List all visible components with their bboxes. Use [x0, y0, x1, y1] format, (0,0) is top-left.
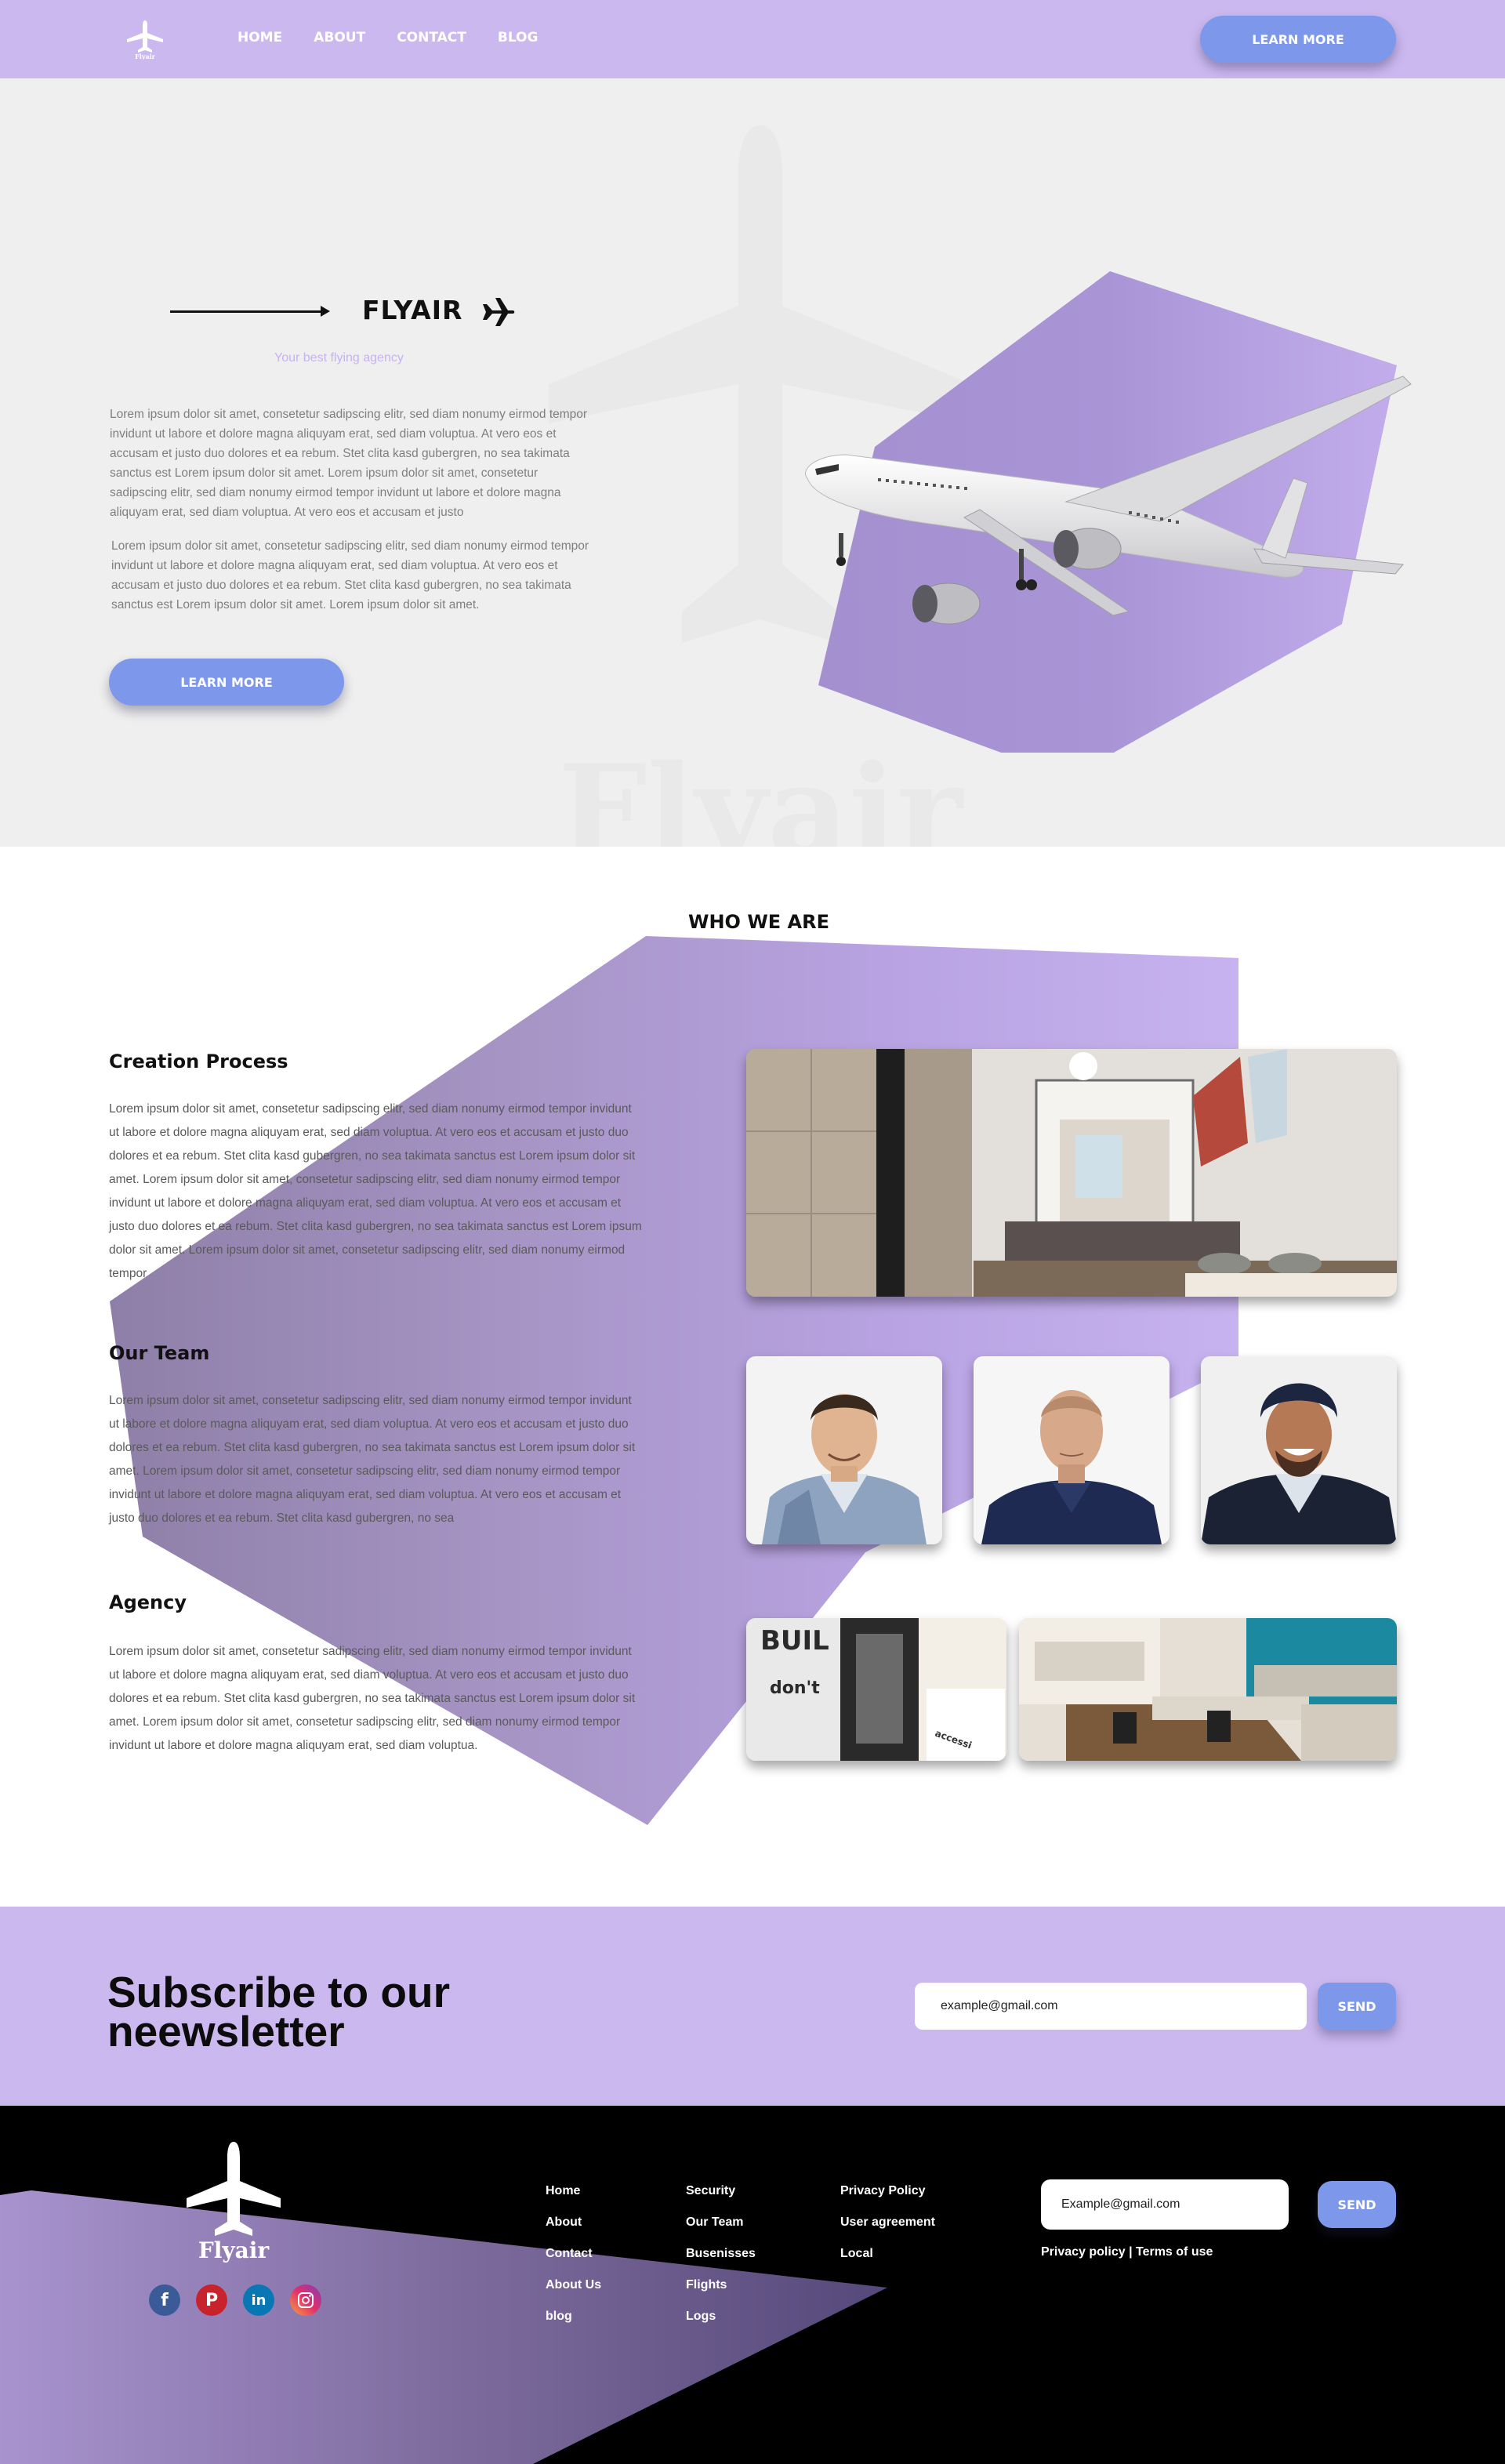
- airplane-logo-icon: Flyair: [127, 20, 163, 60]
- who-we-are-title: WHO WE ARE: [688, 911, 829, 933]
- nav-links: HOME ABOUT CONTACT BLOG: [238, 30, 538, 45]
- footer-logo-wordmark: Flyair: [198, 2237, 270, 2263]
- footer-link-user-agreement[interactable]: User agreement: [840, 2215, 935, 2230]
- footer-link-logs[interactable]: Logs: [686, 2310, 756, 2324]
- hero-subtitle: Your best flying agency: [274, 351, 404, 365]
- team-member-photo-1: [746, 1356, 942, 1544]
- footer-link-flights[interactable]: Flights: [686, 2278, 756, 2292]
- footer-link-about[interactable]: About: [546, 2215, 601, 2230]
- nav-learn-more-button[interactable]: LEARN MORE: [1200, 16, 1396, 63]
- newsletter-send-button[interactable]: SEND: [1318, 1983, 1396, 2030]
- office-hallway-photo: [746, 1049, 1397, 1297]
- nav-link-home[interactable]: HOME: [238, 30, 282, 45]
- team-member-photo-2: [974, 1356, 1170, 1544]
- instagram-icon[interactable]: [290, 2284, 321, 2316]
- footer-column-2: Security Our Team Busenisses Flights Log…: [686, 2184, 756, 2324]
- hero-paragraph-2: Lorem ipsum dolor sit amet, consetetur s…: [111, 539, 589, 611]
- nav-link-contact[interactable]: CONTACT: [397, 30, 466, 45]
- hero-paragraph-1: Lorem ipsum dolor sit amet, consetetur s…: [110, 408, 588, 519]
- nav-link-about[interactable]: ABOUT: [314, 30, 365, 45]
- hero-airplane-image: [805, 271, 1412, 753]
- logo-wordmark: Flyair: [135, 53, 156, 60]
- hero-learn-more-button[interactable]: LEARN MORE: [109, 659, 344, 706]
- footer-send-button[interactable]: SEND: [1318, 2181, 1396, 2228]
- hero-section: Flyair FLYAIR Your best flying agency Lo…: [0, 78, 1505, 847]
- wall-text-2: don't: [770, 1678, 820, 1698]
- newsletter-title: Subscribe to our neewsletter: [107, 1968, 450, 2056]
- footer-link-blog[interactable]: blog: [546, 2310, 601, 2324]
- footer-link-privacy-policy[interactable]: Privacy Policy: [840, 2184, 935, 2198]
- social-links: f P in: [149, 2284, 321, 2316]
- hero-title: FLYAIR: [362, 295, 463, 325]
- pinterest-icon[interactable]: P: [196, 2284, 227, 2316]
- footer: Flyair f P in Home About Contact About U…: [0, 2106, 1505, 2464]
- team-member-photo-3: [1201, 1356, 1397, 1544]
- footer-link-businesses[interactable]: Busenisses: [686, 2247, 756, 2261]
- creation-process-heading: Creation Process: [109, 1051, 288, 1072]
- footer-column-1: Home About Contact About Us blog: [546, 2184, 601, 2324]
- footer-link-local[interactable]: Local: [840, 2247, 935, 2261]
- who-we-are-section: WHO WE ARE Creation Process Lorem ipsum …: [0, 847, 1505, 1907]
- office-reception-photo: [1019, 1618, 1397, 1761]
- footer-column-3: Privacy Policy User agreement Local: [840, 2184, 935, 2261]
- footer-airplane-logo-icon[interactable]: Flyair: [179, 2140, 288, 2266]
- office-entrance-photo: BUIL don't accessi: [746, 1618, 1006, 1761]
- footer-legal-links[interactable]: Privacy policy | Terms of use: [1041, 2245, 1213, 2259]
- footer-email-input[interactable]: [1041, 2179, 1289, 2230]
- agency-heading: Agency: [109, 1591, 187, 1613]
- footer-link-about-us[interactable]: About Us: [546, 2278, 601, 2292]
- hero-arrow-line: [170, 306, 330, 317]
- our-team-text: Lorem ipsum dolor sit amet, consetetur s…: [109, 1394, 636, 1525]
- watermark-wordmark: Flyair: [558, 737, 964, 847]
- newsletter-email-input[interactable]: [915, 1983, 1307, 2030]
- top-nav: Flyair HOME ABOUT CONTACT BLOG LEARN MOR…: [0, 0, 1505, 78]
- footer-link-our-team[interactable]: Our Team: [686, 2215, 756, 2230]
- newsletter-section: Subscribe to our neewsletter SEND: [0, 1907, 1505, 2106]
- agency-text: Lorem ipsum dolor sit amet, consetetur s…: [109, 1645, 636, 1752]
- airplane-icon: [481, 298, 515, 326]
- facebook-icon[interactable]: f: [149, 2284, 180, 2316]
- creation-process-text: Lorem ipsum dolor sit amet, consetetur s…: [109, 1102, 642, 1280]
- footer-link-home[interactable]: Home: [546, 2184, 601, 2198]
- flyair-logo[interactable]: Flyair: [124, 19, 166, 60]
- linkedin-icon[interactable]: in: [243, 2284, 274, 2316]
- nav-link-blog[interactable]: BLOG: [498, 30, 539, 45]
- our-team-heading: Our Team: [109, 1342, 210, 1364]
- footer-link-contact[interactable]: Contact: [546, 2247, 601, 2261]
- footer-link-security[interactable]: Security: [686, 2184, 756, 2198]
- wall-text-1: BUIL: [760, 1625, 829, 1657]
